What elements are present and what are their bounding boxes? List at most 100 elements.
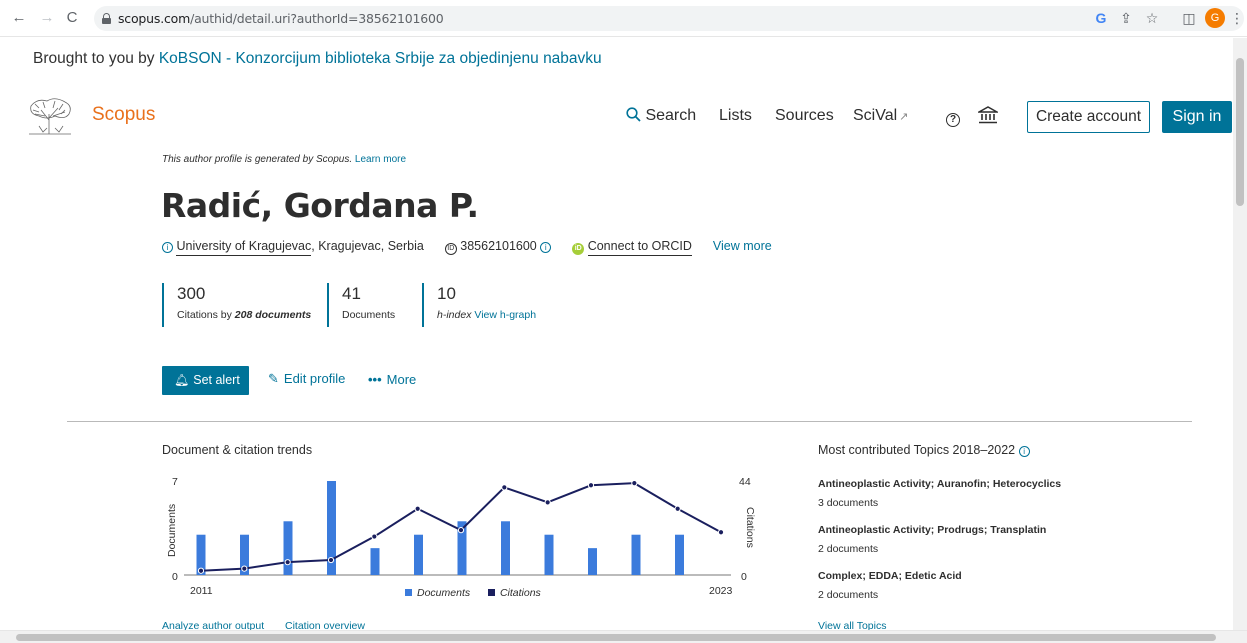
right-axis-label: Citations xyxy=(744,507,756,548)
orcid-icon: iD xyxy=(572,243,585,255)
citations-point[interactable] xyxy=(284,559,291,566)
affiliation-row: i University of Kragujevac, Kragujevac, … xyxy=(162,239,772,256)
edit-profile-link[interactable]: ✎ Edit profile xyxy=(268,371,345,387)
horizontal-scrollbar[interactable] xyxy=(0,630,1247,643)
citations-metric: 300 Citations by 208 documents xyxy=(162,283,311,327)
nav-lists[interactable]: Lists xyxy=(719,107,752,125)
horizontal-scroll-thumb[interactable] xyxy=(16,634,1216,641)
topic-name[interactable]: Antineoplastic Activity; Auranofin; Hete… xyxy=(818,478,1061,490)
browser-toolbar: ← → C scopus.com/authid/detail.uri?autho… xyxy=(0,0,1247,37)
vertical-scroll-thumb[interactable] xyxy=(1236,58,1244,206)
citations-point[interactable] xyxy=(587,482,595,489)
reload-icon[interactable]: C xyxy=(63,9,81,27)
topic-name[interactable]: Antineoplastic Activity; Prodrugs; Trans… xyxy=(818,524,1046,536)
sign-in-button[interactable]: Sign in xyxy=(1162,101,1232,133)
x-start-label: 2011 xyxy=(190,585,213,597)
section-divider xyxy=(67,421,1192,422)
nav-sources[interactable]: Sources xyxy=(775,107,834,125)
documents-bar xyxy=(283,521,293,575)
institution-link[interactable]: University of Kragujevac xyxy=(176,239,312,256)
documents-bar xyxy=(675,534,684,575)
x-end-label: 2023 xyxy=(709,585,733,597)
create-account-button[interactable]: Create account xyxy=(1027,101,1150,133)
citations-point[interactable] xyxy=(717,529,725,536)
profile-note-text: This author profile is generated by Scop… xyxy=(162,154,353,165)
documents-bar xyxy=(588,548,597,575)
left-axis-label: Documents xyxy=(166,504,178,557)
citations-point[interactable] xyxy=(241,565,248,572)
topic-docs: 3 documents xyxy=(818,497,879,509)
documents-label: Documents xyxy=(342,309,396,321)
citations-point[interactable] xyxy=(544,499,551,506)
citations-label-prefix: Citations by xyxy=(177,309,232,321)
back-icon[interactable]: ← xyxy=(10,9,28,27)
nav-search-label: Search xyxy=(645,107,697,124)
learn-more-link[interactable]: Learn more xyxy=(355,154,406,165)
documents-metric: 41 Documents xyxy=(327,283,395,327)
more-label: More xyxy=(386,372,417,387)
brought-prefix: Brought to you by xyxy=(33,50,155,67)
trend-chart: 7 0 Documents 44 0 Citations xyxy=(166,476,756,583)
author-name: Radić, Gordana P. xyxy=(161,186,479,225)
citations-point[interactable] xyxy=(327,556,335,564)
nav-scival-label: SciVal xyxy=(853,107,898,124)
connect-orcid-link[interactable]: Connect to ORCID xyxy=(587,239,692,256)
nav-search[interactable]: Search xyxy=(626,107,696,125)
left-tick-bottom: 0 xyxy=(172,571,178,583)
institution-icon[interactable] xyxy=(976,106,1000,129)
bookmark-star-icon[interactable]: ☆ xyxy=(1143,9,1161,27)
bell-icon: 🔔︎ xyxy=(174,373,190,387)
kobson-link[interactable]: KoBSON - Konzorcijum biblioteka Srbije z… xyxy=(159,50,602,67)
profile-avatar[interactable]: G xyxy=(1205,8,1225,28)
topics-info-icon[interactable]: i xyxy=(1018,446,1030,457)
address-bar[interactable]: scopus.com/authid/detail.uri?authorId=38… xyxy=(94,6,1244,31)
legend-swatch-documents xyxy=(405,589,412,596)
citations-point[interactable] xyxy=(631,480,638,487)
topics-title: Most contributed Topics 2018–2022 i xyxy=(818,443,1030,457)
url-path: /authid/detail.uri?authorId=38562101600 xyxy=(190,11,444,26)
hindex-count: 10 xyxy=(437,284,456,303)
documents-bar xyxy=(414,534,423,575)
scopus-brand[interactable]: Scopus xyxy=(92,104,155,126)
forward-icon[interactable]: → xyxy=(38,9,56,27)
citations-point[interactable] xyxy=(457,527,465,534)
help-icon[interactable]: ? xyxy=(946,109,960,127)
share-icon[interactable]: ⇪ xyxy=(1117,9,1135,27)
external-link-icon: ↗ xyxy=(899,111,909,123)
citations-label: Citations by 208 documents xyxy=(177,309,311,321)
chart-legend: Documents Citations xyxy=(405,587,541,599)
info-icon[interactable]: i xyxy=(162,242,173,253)
right-tick-bottom: 0 xyxy=(741,571,747,583)
sidepanel-icon[interactable]: ◫ xyxy=(1180,9,1198,27)
set-alert-label: Set alert xyxy=(193,373,240,387)
documents-bar xyxy=(544,534,554,575)
view-more-link[interactable]: View more xyxy=(713,239,772,253)
edit-profile-label: Edit profile xyxy=(283,371,346,386)
nav-scival[interactable]: SciVal ↗ xyxy=(853,107,908,125)
set-alert-button[interactable]: 🔔︎ Set alert xyxy=(162,366,249,395)
citations-label-docs: 208 documents xyxy=(234,309,312,321)
view-hgraph-link[interactable]: View h-graph xyxy=(474,309,536,321)
citations-point[interactable] xyxy=(674,505,681,512)
author-id: 38562101600 xyxy=(460,239,537,253)
google-lens-icon[interactable]: G xyxy=(1092,9,1110,27)
more-menu-link[interactable]: ••• More xyxy=(368,372,416,387)
citations-point[interactable] xyxy=(501,484,508,491)
legend-documents: Documents xyxy=(417,587,471,599)
trend-title: Document & citation trends xyxy=(162,443,313,457)
url-domain: scopus.com xyxy=(118,11,191,26)
citations-point[interactable] xyxy=(197,567,205,574)
citations-count: 300 xyxy=(177,284,206,303)
citations-point[interactable] xyxy=(371,533,378,540)
ellipsis-icon: ••• xyxy=(368,372,382,387)
citations-point[interactable] xyxy=(414,505,421,512)
topics-title-text: Most contributed Topics 2018–2022 xyxy=(818,443,1016,457)
right-tick-top: 44 xyxy=(739,476,751,488)
elsevier-tree-logo[interactable] xyxy=(25,96,75,136)
topic-name[interactable]: Complex; EDDA; Edetic Acid xyxy=(818,570,962,582)
author-id-info-icon[interactable]: i xyxy=(540,242,552,253)
legend-swatch-citations xyxy=(487,589,495,596)
menu-icon[interactable]: ⋮ xyxy=(1228,9,1246,27)
documents-bar xyxy=(370,548,380,575)
vertical-scrollbar[interactable] xyxy=(1233,38,1247,630)
